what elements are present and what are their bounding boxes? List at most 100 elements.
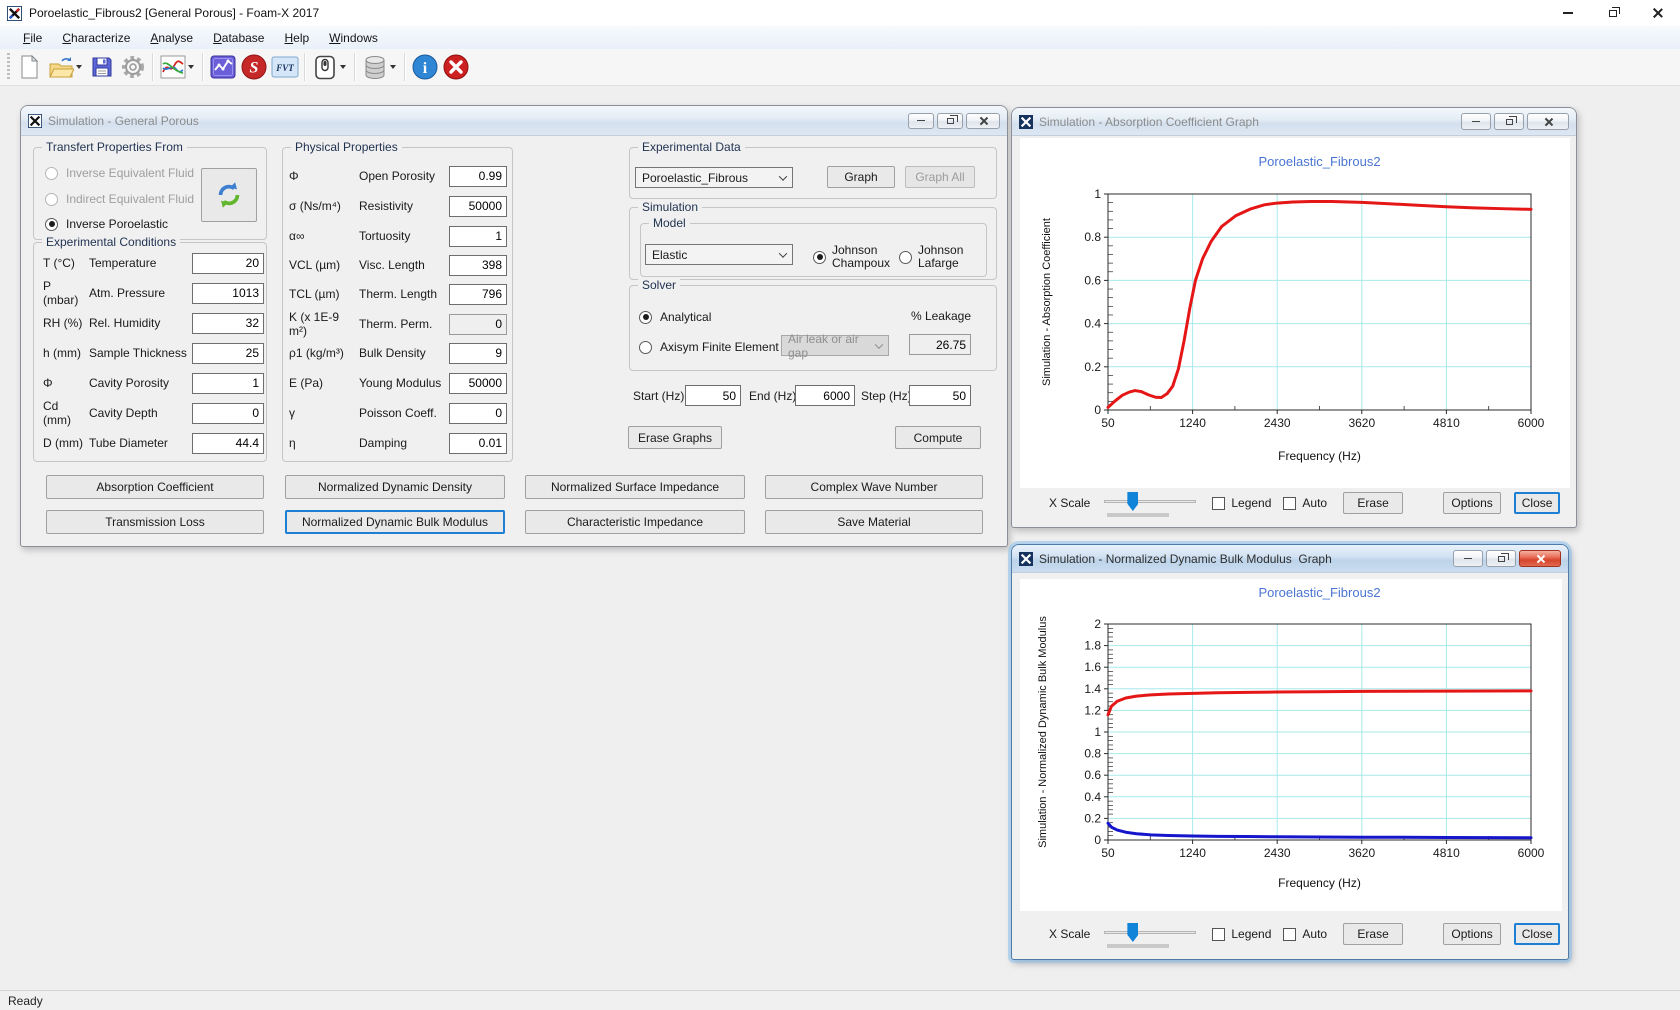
- close-button[interactable]: [1527, 113, 1569, 130]
- radio-axisym-finite-element[interactable]: Axisym Finite Element: [639, 336, 789, 358]
- erase-button[interactable]: Erase: [1343, 923, 1403, 945]
- new-document-button[interactable]: [14, 52, 45, 83]
- compute-button[interactable]: Compute: [895, 426, 981, 449]
- x-scale-slider[interactable]: [1104, 921, 1196, 947]
- tube-diameter-input[interactable]: [192, 433, 264, 454]
- analyse-chart-button[interactable]: [207, 52, 238, 83]
- radio-johnson-lafarge[interactable]: Johnson Lafarge: [899, 243, 975, 271]
- damping-input[interactable]: [449, 433, 507, 454]
- sample-thickness-input[interactable]: [192, 343, 264, 364]
- database-dropdown[interactable]: [390, 65, 396, 69]
- characteristic-impedance-button[interactable]: Characteristic Impedance: [525, 510, 745, 534]
- start-hz-input[interactable]: [685, 385, 741, 406]
- menu-characterize[interactable]: Characterize: [52, 29, 140, 47]
- menu-database[interactable]: Database: [203, 29, 274, 47]
- bulk-density-input[interactable]: [449, 343, 507, 364]
- app-close-button[interactable]: [1635, 0, 1680, 26]
- erase-button[interactable]: Erase: [1343, 492, 1403, 514]
- toolbar-grip[interactable]: [7, 53, 10, 81]
- fvt-button[interactable]: FVT: [269, 52, 300, 83]
- normalized-surface-impedance-button[interactable]: Normalized Surface Impedance: [525, 475, 745, 499]
- save-material-button[interactable]: Save Material: [765, 510, 983, 534]
- bulk-modulus-graph-titlebar[interactable]: Simulation - Normalized Dynamic Bulk Mod…: [1012, 545, 1568, 573]
- app-restore-button[interactable]: [1590, 0, 1635, 26]
- legend-checkbox[interactable]: [1212, 497, 1225, 510]
- normalized-dynamic-density-button[interactable]: Normalized Dynamic Density: [285, 475, 505, 499]
- database-button[interactable]: [359, 52, 390, 83]
- x-scale-label: X Scale: [1049, 496, 1090, 510]
- rel-humidity-input[interactable]: [192, 313, 264, 334]
- minimize-icon: [1464, 558, 1472, 560]
- graph-all-button[interactable]: Graph All: [905, 166, 975, 188]
- characterize-graph-dropdown[interactable]: [188, 65, 194, 69]
- auto-checkbox[interactable]: [1283, 928, 1296, 941]
- slider-thumb[interactable]: [1127, 923, 1138, 942]
- radio-inverse-equivalent-fluid[interactable]: Inverse Equivalent Fluid: [45, 162, 195, 184]
- young-modulus-input[interactable]: [449, 373, 507, 394]
- normalized-dynamic-bulk-modulus-button[interactable]: Normalized Dynamic Bulk Modulus: [285, 510, 505, 534]
- cavity-porosity-input[interactable]: [192, 373, 264, 394]
- menu-windows[interactable]: Windows: [319, 29, 388, 47]
- auto-checkbox[interactable]: [1283, 497, 1296, 510]
- legend-checkbox[interactable]: [1212, 928, 1225, 941]
- settings-button[interactable]: [117, 52, 148, 83]
- slider-thumb[interactable]: [1127, 492, 1138, 511]
- close-button[interactable]: [966, 113, 1000, 129]
- characterize-graph-button[interactable]: [157, 52, 188, 83]
- absorption-coefficient-button[interactable]: Absorption Coefficient: [46, 475, 264, 499]
- minimize-button[interactable]: [1453, 550, 1483, 567]
- field-label: Sample Thickness: [89, 346, 192, 360]
- database-icon: [363, 55, 387, 80]
- exit-button[interactable]: [440, 52, 471, 83]
- menu-file[interactable]: File: [13, 29, 52, 47]
- radio-johnson-champoux[interactable]: Johnson Champoux: [813, 243, 889, 271]
- air-leak-combo[interactable]: Air leak or air gap: [781, 335, 889, 356]
- erase-graphs-button[interactable]: Erase Graphs: [628, 426, 722, 449]
- minimize-button[interactable]: [908, 113, 934, 129]
- restore-button[interactable]: [937, 113, 963, 129]
- restore-button[interactable]: [1494, 113, 1524, 130]
- app-minimize-button[interactable]: [1545, 0, 1590, 26]
- atm-pressure-input[interactable]: [192, 283, 264, 304]
- radio-inverse-poroelastic[interactable]: Inverse Poroelastic: [45, 213, 195, 235]
- close-button[interactable]: [1519, 550, 1561, 567]
- visc-length-input[interactable]: [449, 255, 507, 276]
- radio-indirect-equivalent-fluid[interactable]: Indirect Equivalent Fluid: [45, 188, 195, 210]
- x-scale-slider[interactable]: [1104, 490, 1196, 516]
- temperature-input[interactable]: [192, 253, 264, 274]
- resistivity-input[interactable]: [449, 196, 507, 217]
- close-graph-button[interactable]: Close: [1514, 923, 1560, 945]
- radio-analytical[interactable]: Analytical: [639, 306, 779, 328]
- absorption-graph-titlebar[interactable]: Simulation - Absorption Coefficient Grap…: [1012, 108, 1576, 136]
- menu-analyse[interactable]: Analyse: [140, 29, 203, 47]
- tortuosity-input[interactable]: [449, 226, 507, 247]
- leakage-input[interactable]: [909, 334, 971, 355]
- impedance-tube-button[interactable]: [309, 52, 340, 83]
- therm-perm-input[interactable]: [449, 314, 507, 335]
- transmission-loss-button[interactable]: Transmission Loss: [46, 510, 264, 534]
- options-button[interactable]: Options: [1443, 923, 1501, 945]
- open-file-button[interactable]: [45, 52, 76, 83]
- complex-wave-number-button[interactable]: Complex Wave Number: [765, 475, 983, 499]
- restore-button[interactable]: [1486, 550, 1516, 567]
- close-graph-button[interactable]: Close: [1514, 492, 1560, 514]
- impedance-tube-dropdown[interactable]: [340, 65, 346, 69]
- material-s-button[interactable]: S: [238, 52, 269, 83]
- save-button[interactable]: [86, 52, 117, 83]
- open-file-dropdown[interactable]: [76, 65, 82, 69]
- info-button[interactable]: i: [409, 52, 440, 83]
- menu-help[interactable]: Help: [274, 29, 319, 47]
- material-combo[interactable]: Poroelastic_Fibrous: [635, 167, 793, 188]
- model-combo[interactable]: Elastic: [645, 244, 793, 265]
- therm-length-input[interactable]: [449, 284, 507, 305]
- general-porous-titlebar[interactable]: Simulation - General Porous: [21, 106, 1007, 136]
- refresh-properties-button[interactable]: [201, 168, 257, 222]
- options-button[interactable]: Options: [1443, 492, 1501, 514]
- cavity-depth-input[interactable]: [192, 403, 264, 424]
- poisson-coeff-input[interactable]: [449, 403, 507, 424]
- open-porosity-input[interactable]: [449, 166, 507, 187]
- end-hz-input[interactable]: [795, 385, 855, 406]
- step-hz-input[interactable]: [909, 385, 971, 406]
- minimize-button[interactable]: [1461, 113, 1491, 130]
- graph-button[interactable]: Graph: [827, 166, 895, 188]
